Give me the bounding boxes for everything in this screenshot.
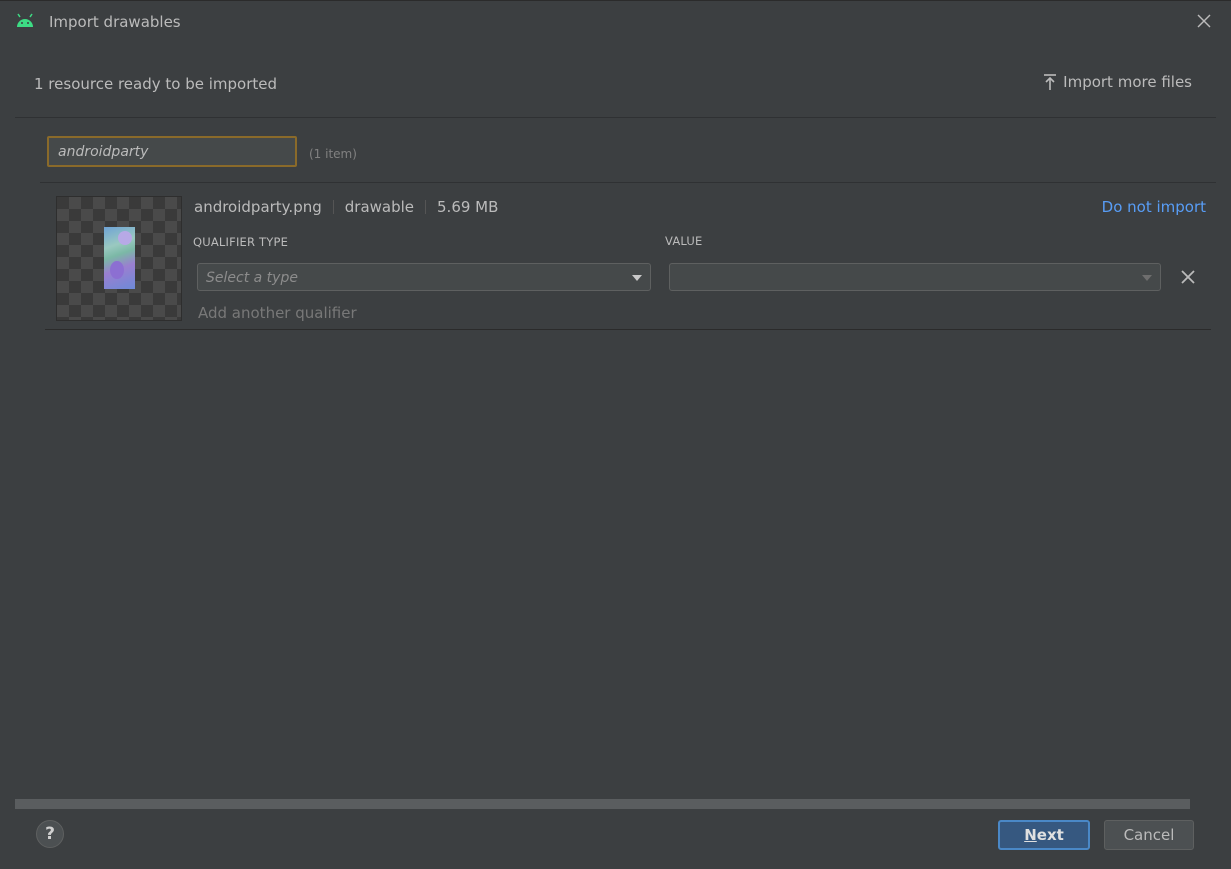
meta-separator (332, 200, 334, 214)
import-more-label: Import more files (1063, 73, 1192, 91)
help-button[interactable]: ? (36, 820, 64, 848)
chevron-down-icon (1142, 275, 1152, 281)
do-not-import-link[interactable]: Do not import (1102, 198, 1206, 216)
item-count: (1 item) (309, 147, 357, 161)
resource-type: drawable (344, 198, 415, 216)
value-header: VALUE (665, 234, 703, 248)
thumbnail-image (104, 227, 135, 289)
divider (40, 182, 1216, 183)
next-mnemonic: N (1024, 826, 1037, 844)
close-icon[interactable] (1195, 12, 1213, 30)
import-more-files-button[interactable]: Import more files (1043, 73, 1192, 91)
divider (15, 117, 1216, 118)
header-row: 1 resource ready to be imported Import m… (0, 62, 1231, 106)
qualifier-type-placeholder: Select a type (206, 270, 298, 286)
chevron-down-icon (632, 275, 642, 281)
title-bar: Import drawables (0, 0, 1231, 43)
search-input[interactable] (49, 138, 295, 165)
qualifier-type-header: QUALIFIER TYPE (193, 235, 289, 249)
window-title: Import drawables (49, 13, 181, 31)
upload-icon (1044, 74, 1057, 90)
resource-thumbnail (57, 197, 181, 320)
resource-meta: androidparty.png drawable 5.69 MB (194, 198, 498, 216)
qualifier-value-select[interactable] (669, 263, 1161, 291)
next-button[interactable]: Next (998, 820, 1090, 850)
meta-separator (425, 200, 427, 214)
cancel-button[interactable]: Cancel (1104, 820, 1194, 850)
remove-qualifier-icon[interactable] (1179, 268, 1197, 286)
resource-size: 5.69 MB (437, 198, 499, 216)
divider (45, 329, 1211, 330)
next-label: ext (1036, 826, 1064, 844)
android-icon (17, 13, 33, 27)
horizontal-scrollbar[interactable] (15, 799, 1190, 809)
search-field[interactable] (47, 136, 297, 167)
status-text: 1 resource ready to be imported (34, 75, 278, 93)
qualifier-type-select[interactable]: Select a type (197, 263, 651, 291)
resource-filename: androidparty.png (194, 198, 322, 216)
add-qualifier-link[interactable]: Add another qualifier (198, 304, 357, 322)
